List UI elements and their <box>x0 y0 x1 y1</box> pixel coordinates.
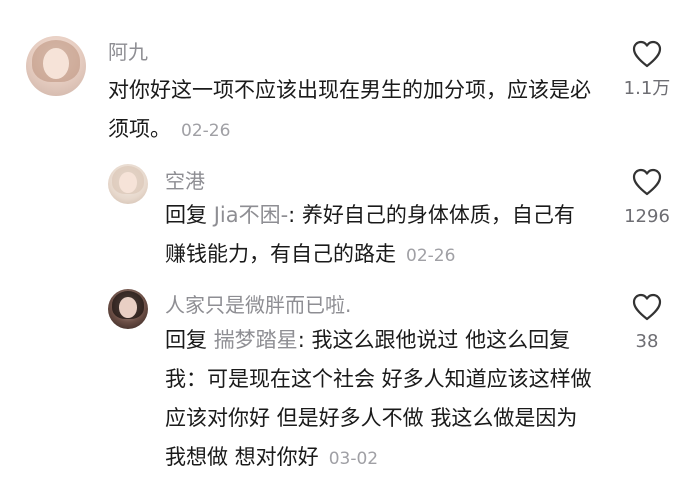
reply-prefix: 回复 <box>165 203 207 227</box>
reply-target-user[interactable]: 揣梦踏星 <box>214 328 298 352</box>
avatar[interactable] <box>108 164 148 204</box>
comment-date: 02-26 <box>406 246 456 266</box>
reply-item: 空港 回复 Jia不困-: 养好自己的身体体质，自己有赚钱能力，有自己的路走 02… <box>0 150 690 275</box>
comment-author[interactable]: 阿九 <box>108 40 148 64</box>
avatar-face-shape <box>119 297 137 318</box>
heart-outline-icon[interactable] <box>632 293 662 321</box>
avatar-face-shape <box>119 172 137 193</box>
heart-outline-icon[interactable] <box>632 168 662 196</box>
comment-text: 对你好这一项不应该出现在男生的加分项，应该是必须项。 02-26 <box>108 71 598 151</box>
comment-author[interactable]: 空港 <box>165 169 205 193</box>
like-control[interactable]: 1296 <box>607 168 687 228</box>
like-count: 1296 <box>624 206 670 227</box>
comment-item: 阿九 对你好这一项不应该出现在男生的加分项，应该是必须项。 02-26 1.1万 <box>0 0 690 150</box>
like-control[interactable]: 38 <box>607 293 687 353</box>
reply-item: 人家只是微胖而已啦. 回复 揣梦踏星: 我这么跟他说过 他这么回复我：可是现在这… <box>0 275 690 487</box>
comment-date: 03-02 <box>328 449 379 469</box>
avatar[interactable] <box>26 36 86 96</box>
like-control[interactable]: 1.1万 <box>607 40 687 100</box>
comment-text: 回复 Jia不困-: 养好自己的身体体质，自己有赚钱能力，有自己的路走 02-26 <box>165 196 585 276</box>
like-count: 1.1万 <box>623 78 671 99</box>
comment-author[interactable]: 人家只是微胖而已啦. <box>165 293 351 317</box>
comment-text: 回复 揣梦踏星: 我这么跟他说过 他这么回复我：可是现在这个社会 好多人知道应该… <box>165 321 593 479</box>
like-count: 38 <box>635 331 659 352</box>
avatar[interactable] <box>108 289 148 329</box>
reply-prefix: 回复 <box>165 328 207 352</box>
heart-outline-icon[interactable] <box>632 40 662 68</box>
comment-date: 02-26 <box>181 121 231 141</box>
reply-target-user[interactable]: Jia不困- <box>214 203 288 227</box>
